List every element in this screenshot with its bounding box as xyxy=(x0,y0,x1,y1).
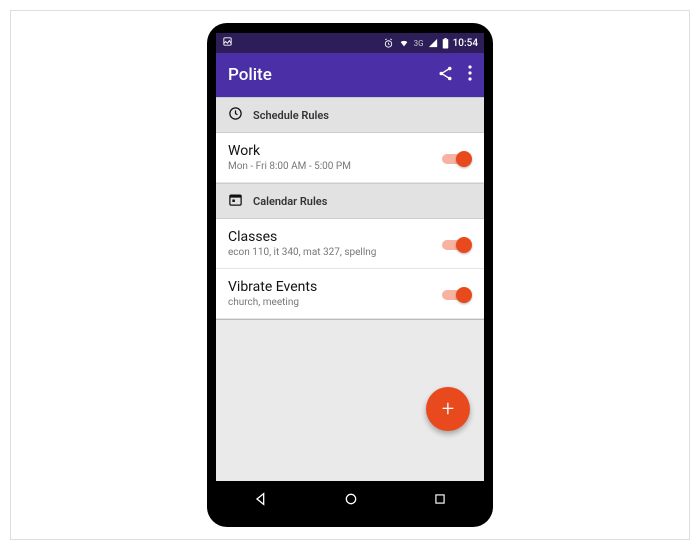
app-bar: Polite xyxy=(216,53,484,97)
alarm-icon xyxy=(383,38,394,49)
plus-icon: + xyxy=(442,397,454,422)
clock-label: 10:54 xyxy=(453,38,478,49)
calendar-rules-header: Calendar Rules xyxy=(216,183,484,219)
rule-title: Vibrate Events xyxy=(228,279,442,295)
home-icon[interactable] xyxy=(343,491,359,507)
battery-icon xyxy=(442,38,449,49)
back-icon[interactable] xyxy=(253,491,269,507)
canvas: 3G 10:54 Polite xyxy=(10,10,690,540)
clock-icon xyxy=(228,106,243,124)
android-nav-bar xyxy=(216,481,484,517)
share-icon[interactable] xyxy=(437,65,454,86)
rule-classes[interactable]: Classes econ 110, it 340, mat 327, spell… xyxy=(216,219,484,269)
schedule-rules-header: Schedule Rules xyxy=(216,97,484,133)
signal-icon xyxy=(428,38,438,48)
toggle-vibrate[interactable] xyxy=(442,287,472,301)
overflow-menu-icon[interactable] xyxy=(468,65,472,85)
calendar-icon xyxy=(228,192,243,210)
add-button[interactable]: + xyxy=(426,387,470,431)
toggle-work[interactable] xyxy=(442,151,472,165)
rule-title: Work xyxy=(228,143,442,159)
content-area: Schedule Rules Work Mon - Fri 8:00 AM - … xyxy=(216,97,484,481)
rule-subtitle: econ 110, it 340, mat 327, spellng xyxy=(228,247,442,258)
network-label: 3G xyxy=(414,39,424,48)
section-label: Calendar Rules xyxy=(253,195,327,208)
rule-subtitle: Mon - Fri 8:00 AM - 5:00 PM xyxy=(228,161,442,172)
phone-frame: 3G 10:54 Polite xyxy=(207,23,493,527)
divider xyxy=(216,319,484,320)
screen: 3G 10:54 Polite xyxy=(216,33,484,517)
recent-apps-icon[interactable] xyxy=(433,492,447,506)
toggle-classes[interactable] xyxy=(442,237,472,251)
section-label: Schedule Rules xyxy=(253,109,329,122)
rule-work[interactable]: Work Mon - Fri 8:00 AM - 5:00 PM xyxy=(216,133,484,183)
app-title: Polite xyxy=(228,65,272,85)
rule-subtitle: church, meeting xyxy=(228,297,442,308)
rule-vibrate-events[interactable]: Vibrate Events church, meeting xyxy=(216,269,484,319)
rule-title: Classes xyxy=(228,229,442,245)
wifi-icon xyxy=(398,38,410,48)
status-bar: 3G 10:54 xyxy=(216,33,484,53)
screenshot-icon xyxy=(222,36,233,50)
